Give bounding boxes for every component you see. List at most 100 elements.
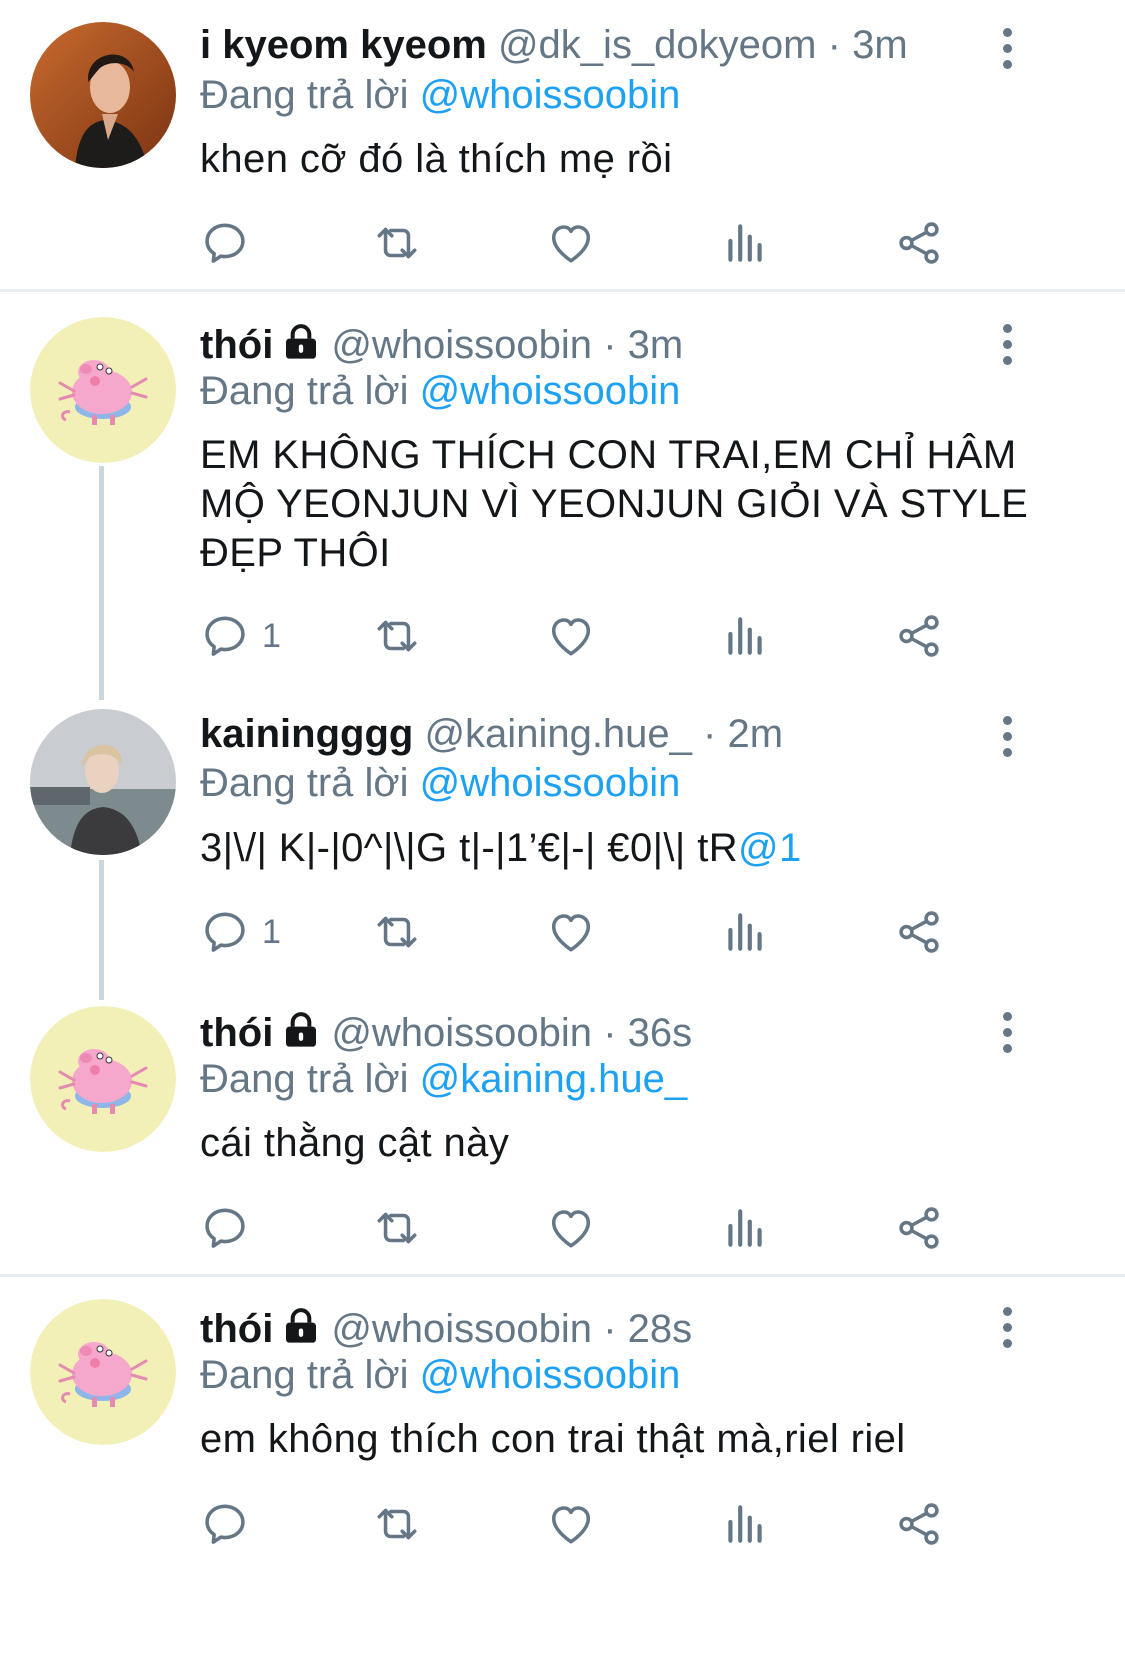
retweet-button[interactable] bbox=[372, 218, 422, 268]
reply-count: 1 bbox=[262, 912, 281, 951]
more-icon[interactable] bbox=[992, 716, 1022, 758]
user-handle[interactable]: @whoissoobin bbox=[331, 1307, 592, 1351]
timestamp[interactable]: 2m bbox=[728, 712, 784, 756]
retweet-icon bbox=[372, 611, 422, 661]
share-button[interactable] bbox=[894, 1499, 944, 1549]
retweet-button[interactable] bbox=[372, 1203, 422, 1253]
like-icon bbox=[546, 1499, 596, 1549]
tweet[interactable]: thói @whoissoobin · 36s Đang trả lời @kai… bbox=[0, 986, 1125, 1276]
retweet-icon bbox=[372, 1203, 422, 1253]
lock-icon bbox=[281, 1306, 321, 1346]
more-icon[interactable] bbox=[992, 28, 1022, 70]
retweet-button[interactable] bbox=[372, 907, 422, 957]
analytics-button[interactable] bbox=[720, 611, 770, 661]
reply-button[interactable]: 1 bbox=[200, 611, 281, 661]
replying-to-mention[interactable]: @whoissoobin bbox=[420, 73, 681, 117]
tweet[interactable]: thói @whoissoobin · 3m Đang trả lời @whoi… bbox=[0, 292, 1125, 692]
replying-to-mention[interactable]: @whoissoobin bbox=[420, 761, 681, 805]
more-icon[interactable] bbox=[992, 1012, 1022, 1054]
replying-to-mention[interactable]: @kaining.hue_ bbox=[420, 1057, 687, 1101]
share-icon bbox=[894, 1203, 944, 1253]
reply-button[interactable]: 1 bbox=[200, 907, 281, 957]
separator-dot: · bbox=[703, 712, 717, 756]
replying-to-mention[interactable]: @whoissoobin bbox=[420, 369, 681, 413]
share-button[interactable] bbox=[894, 611, 944, 661]
like-button[interactable] bbox=[546, 1499, 596, 1549]
more-icon[interactable] bbox=[992, 324, 1022, 366]
replying-to-label: Đang trả lời bbox=[200, 1057, 409, 1101]
like-icon bbox=[546, 218, 596, 268]
tweet[interactable]: thói @whoissoobin · 28s Đang trả lời @who… bbox=[0, 1277, 1125, 1654]
like-button[interactable] bbox=[546, 611, 596, 661]
timestamp[interactable]: 3m bbox=[852, 23, 908, 67]
more-icon[interactable] bbox=[992, 1307, 1022, 1349]
reply-button[interactable] bbox=[200, 1203, 262, 1253]
user-handle[interactable]: @whoissoobin bbox=[331, 323, 592, 367]
reply-button[interactable] bbox=[200, 218, 262, 268]
avatar[interactable] bbox=[30, 709, 176, 855]
share-button[interactable] bbox=[894, 907, 944, 957]
display-name[interactable]: thói bbox=[200, 323, 273, 367]
share-button[interactable] bbox=[894, 1203, 944, 1253]
tweet-text-container: 3|\/| K|-|0^|\|G t|-|1’€|-| €0|\| tR@1 bbox=[200, 824, 1060, 873]
display-name[interactable]: thói bbox=[200, 1011, 273, 1055]
replying-to-mention[interactable]: @whoissoobin bbox=[420, 1353, 681, 1397]
replying-to-label: Đang trả lời bbox=[200, 369, 409, 413]
avatar[interactable] bbox=[30, 317, 176, 463]
share-button[interactable] bbox=[894, 218, 944, 268]
tweet-mention[interactable]: @1 bbox=[738, 826, 802, 870]
tweet-text: 3|\/| K|-|0^|\|G t|-|1’€|-| €0|\| tR bbox=[200, 826, 738, 870]
like-icon bbox=[546, 1203, 596, 1253]
tweet[interactable]: i kyeom kyeom @dk_is_dokyeom · 3m Đang t… bbox=[0, 0, 1125, 290]
like-button[interactable] bbox=[546, 1203, 596, 1253]
reply-count: 1 bbox=[262, 616, 281, 655]
user-handle[interactable]: @kaining.hue_ bbox=[424, 712, 691, 756]
retweet-icon bbox=[372, 1499, 422, 1549]
replying-to-label: Đang trả lời bbox=[200, 1353, 409, 1397]
tweet-text: EM KHÔNG THÍCH CON TRAI,EM CHỈ HÂM MỘ YE… bbox=[200, 433, 1029, 575]
timestamp[interactable]: 36s bbox=[628, 1011, 693, 1055]
separator-dot: · bbox=[827, 23, 841, 67]
user-handle[interactable]: @whoissoobin bbox=[331, 1011, 592, 1055]
tweet-text: khen cỡ đó là thích mẹ rồi bbox=[200, 137, 673, 181]
retweet-icon bbox=[372, 907, 422, 957]
analytics-button[interactable] bbox=[720, 1499, 770, 1549]
display-name[interactable]: thói bbox=[200, 1307, 273, 1351]
tweet-text: em không thích con trai thật mà,riel rie… bbox=[200, 1417, 906, 1461]
retweet-button[interactable] bbox=[372, 1499, 422, 1549]
avatar[interactable] bbox=[30, 1299, 176, 1445]
lock-icon bbox=[281, 1010, 321, 1050]
separator-dot: · bbox=[603, 323, 617, 367]
reply-icon bbox=[200, 611, 250, 661]
analytics-icon bbox=[720, 907, 770, 957]
analytics-icon bbox=[720, 611, 770, 661]
analytics-icon bbox=[720, 1499, 770, 1549]
retweet-button[interactable] bbox=[372, 611, 422, 661]
like-icon bbox=[546, 611, 596, 661]
reply-button[interactable] bbox=[200, 1499, 262, 1549]
analytics-icon bbox=[720, 1203, 770, 1253]
reply-icon bbox=[200, 1499, 250, 1549]
reply-icon bbox=[200, 1203, 250, 1253]
timestamp[interactable]: 28s bbox=[628, 1307, 693, 1351]
separator-dot: · bbox=[603, 1011, 617, 1055]
avatar[interactable] bbox=[30, 22, 176, 168]
tweet-text: cái thằng cật này bbox=[200, 1121, 510, 1165]
display-name[interactable]: kainingggg bbox=[200, 712, 413, 756]
like-button[interactable] bbox=[546, 907, 596, 957]
like-button[interactable] bbox=[546, 218, 596, 268]
analytics-button[interactable] bbox=[720, 907, 770, 957]
display-name[interactable]: i kyeom kyeom bbox=[200, 23, 487, 67]
analytics-button[interactable] bbox=[720, 1203, 770, 1253]
share-icon bbox=[894, 907, 944, 957]
reply-icon bbox=[200, 907, 250, 957]
tweet[interactable]: kainingggg @kaining.hue_ · 2m Đang trả l… bbox=[0, 692, 1125, 986]
lock-icon bbox=[281, 322, 321, 362]
timestamp[interactable]: 3m bbox=[628, 323, 684, 367]
avatar[interactable] bbox=[30, 1006, 176, 1152]
user-handle[interactable]: @dk_is_dokyeom bbox=[498, 23, 817, 67]
analytics-icon bbox=[720, 218, 770, 268]
share-icon bbox=[894, 611, 944, 661]
like-icon bbox=[546, 907, 596, 957]
analytics-button[interactable] bbox=[720, 218, 770, 268]
